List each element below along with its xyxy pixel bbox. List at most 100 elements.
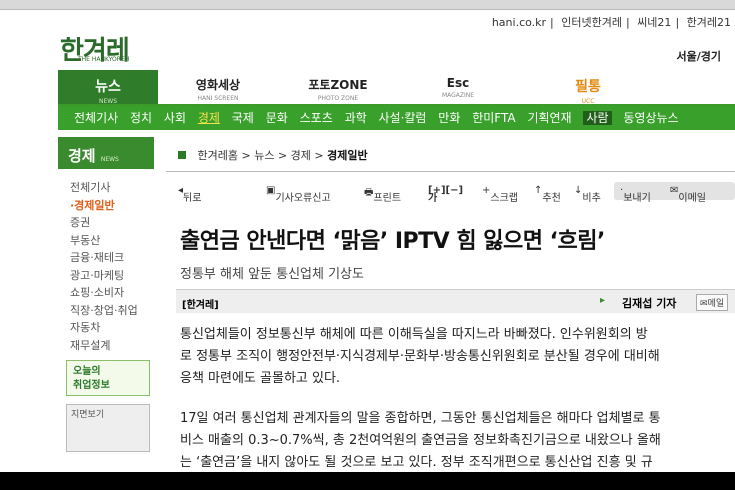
job-info-banner[interactable]: 오늘의 취업정보 (66, 360, 150, 396)
sidebar-item[interactable]: 재무설계 (70, 337, 154, 355)
oppose-label: 비추 (582, 193, 601, 204)
email-label: 이메일 (678, 193, 706, 204)
menu-item[interactable]: 전체기사 (74, 111, 118, 125)
tab-piltong[interactable]: 필통 UCC (548, 70, 628, 105)
menu-item[interactable]: 과학 (345, 111, 367, 125)
breadcrumb-item[interactable]: 뉴스 (254, 149, 274, 162)
menu-item[interactable]: 기획연재 (527, 111, 571, 125)
browser-toolbar-strip (0, 0, 735, 10)
menu-item[interactable]: 스포츠 (300, 111, 333, 125)
top-link[interactable]: 한겨레21 (687, 16, 731, 29)
screen-bottom-bar (0, 472, 735, 490)
sidebar-item[interactable]: 증권 (70, 214, 154, 232)
tab-sublabel: HANI SCREEN (197, 95, 239, 102)
scrap-button[interactable]: + 스크랩 (482, 185, 518, 204)
oppose-button[interactable]: ↓ 비추 (574, 185, 601, 204)
recommend-label: 추천 (542, 193, 561, 204)
sidebar-item[interactable]: 전체기사 (70, 179, 154, 197)
section-tabs: 뉴스 NEWS 영화세상 HANI SCREEN 포토ZONE PHOTO ZO… (58, 70, 735, 106)
breadcrumb-current: 경제일반 (327, 149, 368, 162)
top-link[interactable]: 인터넷한겨레 (561, 16, 622, 29)
mail-button[interactable]: ✉메일 (696, 294, 729, 311)
article-source: [한겨레] (182, 300, 219, 311)
sidebar-item[interactable]: 쇼핑·소비자 (70, 284, 154, 302)
font-label: 가 (428, 193, 438, 204)
divider (166, 171, 735, 172)
tab-label: 포토ZONE (308, 78, 368, 92)
menu-item[interactable]: 동영상뉴스 (623, 111, 678, 125)
tab-label: 필통 (575, 79, 601, 95)
category-menu: 전체기사 정치 사회 경제 국제 문화 스포츠 과학 사설·칼럼 만화 한미FT… (58, 106, 735, 130)
body-line: 통신업체들이 정보통신부 해체에 따른 이해득실을 따지느라 바빠졌다. 인수위… (180, 327, 648, 342)
sidebar-item[interactable]: 부동산 (70, 232, 154, 250)
body-line: 응책 마련에도 골몰하고 있다. (180, 371, 341, 386)
tab-sublabel: MAGAZINE (441, 92, 475, 99)
back-label: 뒤로 (183, 193, 202, 204)
sidebar-item[interactable]: 광고·마케팅 (70, 267, 154, 285)
body-line: 비스 매출의 0.3~0.7%씩, 총 2천여억원의 출연금을 정보화촉진기금으… (180, 433, 661, 448)
tab-label: 뉴스 (95, 79, 121, 95)
body-line: 는 ‘출연금’을 내지 않아도 될 것으로 보고 있다. 정부 조직개편으로 통… (180, 455, 653, 470)
menu-item[interactable]: 사회 (164, 111, 186, 125)
browser-page: 한겨레 THE HANKYOREH hani.co.kr | 인터넷한겨레 | 씨네… (0, 0, 735, 472)
tab-label: Esc (446, 76, 470, 90)
send-label: 보내기 (623, 193, 651, 204)
sidebar-item[interactable]: 금융·재테크 (70, 249, 154, 267)
recommend-button[interactable]: ↑ 추천 (534, 185, 561, 204)
back-button[interactable]: ◂ 뒤로 (178, 185, 201, 204)
article-subhead: 정통부 해체 앞둔 통신업체 기상도 (180, 267, 364, 282)
sidebar-title-sub: NEWS (100, 156, 119, 163)
scrap-label: 스크랩 (490, 193, 518, 204)
body-line: 로 정통부 조직이 행정안전부·지식경제부·문화부·방송통신위원회로 분산될 경… (180, 349, 660, 364)
paragraph: 통신업체들이 정보통신부 해체에 따른 이해득실을 따지느라 바빠졌다. 인수위… (180, 324, 735, 390)
email-button[interactable]: ✉ 이메일 (670, 185, 706, 204)
tab-label: 영화세상 (195, 78, 241, 92)
print-label: 프린트 (373, 193, 402, 204)
breadcrumb: 한겨레홈 > 뉴스 > 경제 > 경제일반 (178, 147, 368, 163)
article-body: 통신업체들이 정보통신부 해체에 따른 이해득실을 따지느라 바빠졌다. 인수위… (180, 324, 735, 472)
region-label[interactable]: 서울/경기 (677, 48, 722, 64)
arrow-icon: ▸ (600, 295, 606, 306)
sidebar-item[interactable]: 직장·창업·취업 (70, 302, 154, 320)
print-button[interactable]: 🖶 프린트 (364, 185, 401, 204)
sidebar-list: 전체기사 ·경제일반 증권 부동산 금융·재테크 광고·마케팅 쇼핑·소비자 직… (58, 169, 154, 354)
paragraph: 17일 여러 통신업체 관계자들의 말을 종합하면, 그동안 통신업체들은 해마… (180, 408, 735, 472)
tab-sublabel: UCC (581, 98, 595, 105)
menu-item[interactable]: 만화 (438, 111, 460, 125)
sidebar-item-current[interactable]: ·경제일반 (70, 197, 154, 215)
menu-item[interactable]: 정치 (130, 111, 152, 125)
breadcrumb-item[interactable]: 한겨레홈 (198, 149, 238, 162)
top-links: hani.co.kr | 인터넷한겨레 | 씨네21 | 한겨레21 (491, 16, 731, 29)
breadcrumb-item[interactable]: 경제 (291, 149, 311, 162)
paper-view-banner[interactable]: 지면보기 (66, 404, 150, 452)
menu-item[interactable]: 국제 (232, 111, 254, 125)
reporter-name[interactable]: 김재섭 기자 (622, 295, 676, 311)
tab-photo-zone[interactable]: 포토ZONE PHOTO ZONE (283, 70, 393, 104)
job-banner-line: 오늘의 (73, 366, 101, 377)
mail-label: 메일 (707, 299, 725, 309)
tab-hani-screen[interactable]: 영화세상 HANI SCREEN (163, 70, 273, 104)
share-box: · 보내기 ✉ 이메일 (614, 182, 735, 204)
site-logo-subtitle: THE HANKYOREH (78, 56, 130, 63)
body-line: 17일 여러 통신업체 관계자들의 말을 종합하면, 그동안 통신업체들은 해마… (180, 411, 661, 426)
menu-item[interactable]: 한미FTA (472, 111, 515, 125)
menu-item[interactable]: 문화 (266, 111, 288, 125)
tab-esc[interactable]: Esc MAGAZINE (403, 70, 513, 104)
top-link[interactable]: hani.co.kr (492, 16, 546, 29)
report-error-button[interactable]: ▣ 기사오류신고 (266, 185, 331, 204)
menu-item-active[interactable]: 경제 (198, 111, 220, 125)
font-size-control[interactable]: 가 [+][−] (428, 185, 463, 204)
tab-news[interactable]: 뉴스 NEWS (58, 70, 158, 105)
byline-bar: [한겨레] ▸ 김재섭 기자 ✉메일 (176, 289, 735, 313)
menu-item[interactable]: 사람 (583, 111, 612, 125)
send-button[interactable]: · 보내기 (620, 185, 651, 204)
sidebar-header[interactable]: 경제 NEWS (58, 137, 154, 169)
tab-sublabel: PHOTO ZONE (317, 95, 359, 102)
menu-item[interactable]: 사설·칼럼 (378, 111, 426, 125)
sidebar-title: 경제 (68, 147, 96, 165)
paper-view-label: 지면보기 (71, 410, 105, 420)
top-link[interactable]: 씨네21 (637, 16, 671, 29)
sidebar-item[interactable]: 자동차 (70, 319, 154, 337)
report-label: 기사오류신고 (275, 193, 331, 204)
home-icon (178, 151, 186, 159)
